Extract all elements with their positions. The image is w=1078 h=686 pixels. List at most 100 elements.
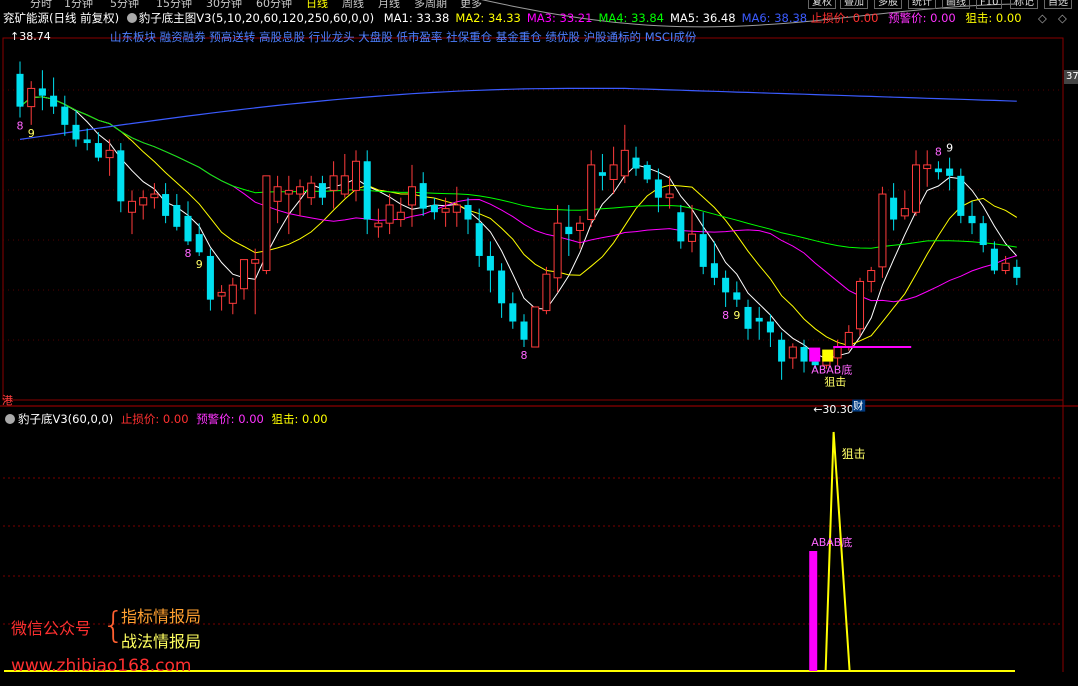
period-tab-8[interactable]: 月线 xyxy=(378,0,400,8)
candle-87 xyxy=(990,241,998,275)
candle-body xyxy=(83,139,91,144)
kline-chart-canvas[interactable]: 898988 98 9↑38.74←30.30ABAB底狙击财ABAB底狙击 xyxy=(0,0,1078,682)
candle-8 xyxy=(105,139,114,176)
candle-20 xyxy=(239,259,249,300)
candle-27 xyxy=(318,175,326,205)
sub-indicator-name[interactable]: 豹子底V3(60,0,0) xyxy=(18,412,113,426)
candle-66 xyxy=(755,306,763,340)
sub-settings-icon[interactable] xyxy=(5,414,15,424)
candle-52 xyxy=(598,153,606,191)
candle-18 xyxy=(217,285,226,311)
candle-body xyxy=(94,143,102,158)
candle-25 xyxy=(295,179,305,216)
snipe-text-main: 狙击 xyxy=(824,376,846,389)
candle-body xyxy=(687,233,697,242)
candle-body xyxy=(318,183,326,198)
candle-body xyxy=(710,263,718,278)
candle-31 xyxy=(363,150,371,235)
candle-45 xyxy=(520,314,528,348)
candle-body xyxy=(340,175,349,195)
toolbar-button-2[interactable]: 多股 xyxy=(874,0,902,9)
diamond-icon[interactable]: ◇ xyxy=(1038,11,1047,25)
candle-body xyxy=(139,197,148,206)
period-tab-7[interactable]: 周线 xyxy=(342,0,364,8)
ma-values: MA1: 33.38 MA2: 34.33 MA3: 33.21 MA4: 33.84… xyxy=(378,11,807,25)
candle-4 xyxy=(61,95,69,136)
sub-ababdi-text: ABAB底 xyxy=(811,535,852,549)
sub-snipe-spike xyxy=(824,431,851,672)
candle-1 xyxy=(27,81,36,125)
candle-53 xyxy=(609,146,618,195)
candle-body xyxy=(722,277,730,293)
period-tab-6[interactable]: 日线 xyxy=(306,0,328,8)
candle-body xyxy=(733,292,741,300)
candle-35 xyxy=(407,164,417,227)
candle-body xyxy=(990,248,998,271)
candle-body xyxy=(553,222,562,279)
indicator-name[interactable]: 豹子底主图V3 xyxy=(139,11,212,25)
candle-59 xyxy=(677,204,685,249)
candle-body xyxy=(127,200,137,213)
candle-body xyxy=(934,168,942,173)
candle-9 xyxy=(117,143,125,213)
candle-body xyxy=(239,259,249,290)
period-label: (日线 前复权) xyxy=(49,11,120,25)
candle-48 xyxy=(553,204,562,293)
candle-82 xyxy=(934,161,942,180)
toolbar-button-5[interactable]: F10 xyxy=(976,0,1003,9)
candle-22 xyxy=(262,175,271,275)
candle-86 xyxy=(979,215,987,253)
candle-body xyxy=(778,339,786,362)
toolbar-button-0[interactable]: 复权 xyxy=(808,0,836,9)
candle-21 xyxy=(251,248,260,315)
candle-body xyxy=(217,291,226,297)
candle-body xyxy=(699,234,707,267)
period-tab-9[interactable]: 多周期 xyxy=(414,0,447,8)
candle-body xyxy=(946,168,954,176)
candle-body xyxy=(295,186,305,195)
candle-67 xyxy=(766,314,774,348)
period-tab-5[interactable]: 60分钟 xyxy=(256,0,292,8)
concept-tags[interactable]: 山东板块 融资融券 预高送转 高股息股 行业龙头 大盘股 低市盈率 社保重仓 基… xyxy=(110,30,696,44)
toolbar-button-7[interactable]: 自选 xyxy=(1044,0,1072,9)
diamond-icon-2[interactable]: ◇ xyxy=(1058,11,1067,25)
candle-body xyxy=(475,223,483,256)
candle-body xyxy=(363,161,371,220)
toolbar-button-6[interactable]: 标记 xyxy=(1010,0,1038,9)
candle-body xyxy=(957,175,965,216)
candle-body xyxy=(878,193,887,268)
candle-84 xyxy=(957,168,965,224)
toolbar-button-1[interactable]: 叠加 xyxy=(840,0,868,9)
watermark-line1: 指标情报局 xyxy=(121,607,202,626)
candle-body xyxy=(173,204,181,227)
candle-body xyxy=(979,223,987,246)
candle-body xyxy=(105,149,114,159)
candle-64 xyxy=(733,281,741,307)
period-tab-10[interactable]: 更多 xyxy=(460,0,482,8)
candle-body xyxy=(16,73,24,107)
td-count-label: 8 xyxy=(17,120,24,133)
candle-28 xyxy=(329,161,338,209)
ma-value-4: MA4: 33.84 xyxy=(598,11,664,25)
candle-body xyxy=(206,255,214,300)
stock-name[interactable]: 兖矿能源 xyxy=(3,11,49,25)
candle-body xyxy=(419,183,427,209)
candle-body xyxy=(374,222,383,228)
settings-icon[interactable] xyxy=(126,13,137,23)
period-tab-1[interactable]: 1分钟 xyxy=(64,0,93,8)
candle-body xyxy=(61,106,69,125)
candle-body xyxy=(520,321,528,340)
period-tab-4[interactable]: 30分钟 xyxy=(206,0,242,8)
period-tab-2[interactable]: 5分钟 xyxy=(110,0,139,8)
toolbar-button-4[interactable]: 画线 xyxy=(942,0,970,9)
candle-body xyxy=(844,331,853,348)
candle-body xyxy=(833,346,842,359)
candle-body xyxy=(396,211,405,221)
candle-11 xyxy=(139,190,148,220)
toolbar-button-3[interactable]: 统计 xyxy=(908,0,936,9)
period-tab-0[interactable]: 分时 xyxy=(30,0,52,8)
candle-body xyxy=(654,179,662,198)
watermark-url[interactable]: www.zhibiao168.com xyxy=(11,656,191,676)
candle-10 xyxy=(127,190,137,235)
period-tab-3[interactable]: 15分钟 xyxy=(156,0,192,8)
